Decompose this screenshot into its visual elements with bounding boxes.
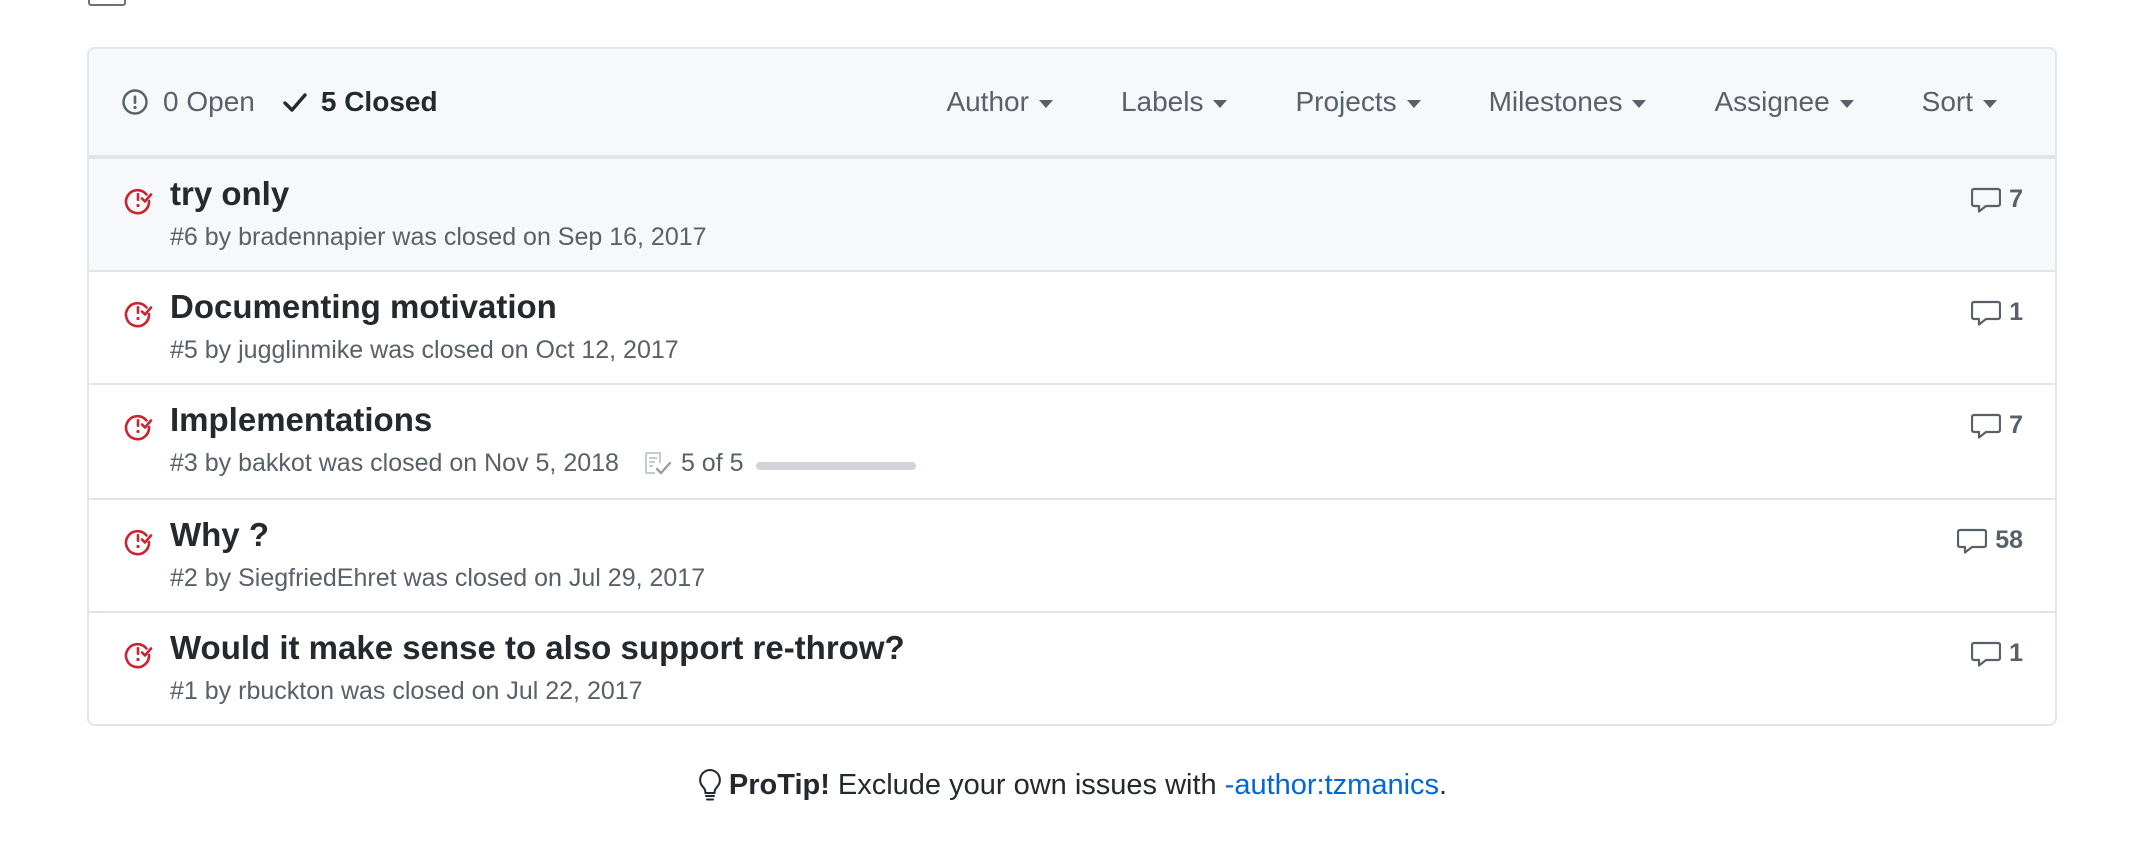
issue-title-link[interactable]: Documenting motivation: [170, 288, 557, 326]
comment-icon: [1957, 528, 1988, 554]
issue-author-link[interactable]: jugglinmike: [238, 336, 363, 365]
protip: ProTip! Exclude your own issues with -au…: [0, 768, 2144, 810]
issue-closed-icon: [124, 414, 153, 441]
issue-closed-date: was closed on Jul 22, 2017: [340, 677, 643, 705]
issue-title-link[interactable]: Why ?: [170, 516, 269, 554]
issue-closed-icon: [124, 529, 153, 556]
closed-count-label: 5 Closed: [320, 86, 438, 117]
author-filter[interactable]: Author: [946, 86, 1053, 118]
issue-author-link[interactable]: bakkot: [238, 449, 312, 478]
issue-author-link[interactable]: bradennapier: [238, 223, 385, 252]
issue-closed-date: was closed on Jul 29, 2017: [403, 564, 706, 592]
protip-label: ProTip!: [728, 768, 830, 801]
issue-number: #3: [170, 449, 198, 477]
comment-count: 58: [1995, 526, 2023, 554]
caret-down-icon: [1839, 99, 1854, 108]
task-count: 5 of 5: [680, 449, 744, 477]
assignee-filter[interactable]: Assignee: [1714, 86, 1854, 118]
issue-row[interactable]: Implementations #3 by bakkot was closed …: [89, 383, 2055, 498]
issue-meta: #3 by bakkot was closed on Nov 5, 2018 5…: [170, 449, 916, 478]
caret-down-icon: [1038, 99, 1053, 108]
issue-by-word: by: [204, 449, 232, 477]
task-progress-fill: [755, 461, 916, 470]
caret-down-icon: [1632, 99, 1647, 108]
issue-by-word: by: [204, 677, 232, 705]
issue-row[interactable]: Would it make sense to also support re-t…: [89, 611, 2055, 724]
issue-title-link[interactable]: try only: [170, 175, 289, 213]
issue-closed-date: was closed on Nov 5, 2018: [318, 449, 619, 477]
issue-row[interactable]: Why ? #2 by SiegfriedEhret was closed on…: [89, 498, 2055, 611]
issue-number: #5: [170, 336, 198, 364]
issue-author-link[interactable]: rbuckton: [238, 677, 334, 706]
closed-issues-toggle[interactable]: 5 Closed: [283, 86, 438, 118]
issue-row[interactable]: try only #6 by bradennapier was closed o…: [89, 157, 2055, 270]
issue-closed-icon: [124, 188, 153, 215]
filter-bar: Author Labels Projects Milestones Assign…: [878, 49, 1997, 155]
protip-suffix: .: [1439, 768, 1448, 801]
issue-closed-icon: [124, 301, 153, 328]
comment-icon: [1971, 641, 2002, 667]
issue-state-toggles: 0 Open 5 Closed: [121, 86, 438, 118]
comment-icon: [1971, 187, 2002, 213]
comments-link[interactable]: 1: [1971, 639, 2023, 668]
issue-meta: #5 by jugglinmike was closed on Oct 12, …: [170, 336, 679, 365]
comment-icon: [1971, 300, 2002, 326]
task-progress-bar: [755, 461, 916, 470]
projects-filter-label: Projects: [1295, 86, 1397, 117]
comments-link[interactable]: 58: [1957, 526, 2023, 555]
sort-filter-label: Sort: [1921, 86, 1973, 117]
caret-down-icon: [1983, 99, 1997, 108]
assignee-filter-label: Assignee: [1714, 86, 1830, 117]
issue-by-word: by: [204, 336, 232, 364]
comments-link[interactable]: 7: [1971, 185, 2023, 214]
partial-icon-top: [88, 0, 126, 6]
task-progress: 5 of 5: [643, 449, 916, 478]
issue-by-word: by: [204, 223, 232, 251]
issue-author-link[interactable]: SiegfriedEhret: [238, 564, 396, 593]
comments-link[interactable]: 7: [1971, 411, 2023, 440]
issue-title-link[interactable]: Would it make sense to also support re-t…: [170, 629, 905, 667]
milestones-filter[interactable]: Milestones: [1489, 86, 1647, 118]
issue-title-link[interactable]: Implementations: [170, 401, 432, 439]
issue-number: #1: [170, 677, 198, 705]
author-filter-label: Author: [946, 86, 1029, 117]
open-issues-toggle[interactable]: 0 Open: [121, 86, 255, 118]
projects-filter[interactable]: Projects: [1295, 86, 1421, 118]
issue-closed-date: was closed on Oct 12, 2017: [370, 336, 679, 364]
issues-list-header: 0 Open 5 Closed Author Labels Projects M…: [89, 49, 2055, 157]
protip-text: Exclude your own issues with: [837, 768, 1217, 801]
caret-down-icon: [1406, 99, 1421, 108]
issue-number: #6: [170, 223, 198, 251]
comment-count: 7: [2009, 185, 2023, 213]
issue-meta: #6 by bradennapier was closed on Sep 16,…: [170, 223, 707, 252]
comment-count: 7: [2009, 411, 2023, 439]
issue-row[interactable]: Documenting motivation #5 by jugglinmike…: [89, 270, 2055, 383]
open-count-label: 0 Open: [163, 86, 255, 117]
issue-meta: #2 by SiegfriedEhret was closed on Jul 2…: [170, 564, 705, 593]
issue-closed-icon: [124, 642, 153, 669]
check-icon: [283, 93, 307, 112]
issue-number: #2: [170, 564, 198, 592]
issue-closed-date: was closed on Sep 16, 2017: [392, 223, 707, 251]
comments-link[interactable]: 1: [1971, 298, 2023, 327]
caret-down-icon: [1213, 99, 1228, 108]
milestones-filter-label: Milestones: [1488, 86, 1623, 117]
issue-meta: #1 by rbuckton was closed on Jul 22, 201…: [170, 677, 643, 706]
labels-filter-label: Labels: [1120, 86, 1204, 117]
issue-opened-icon: [122, 89, 148, 115]
comment-icon: [1971, 413, 2002, 439]
lightbulb-icon: [699, 768, 721, 801]
sort-filter[interactable]: Sort: [1922, 86, 1997, 118]
protip-search-link[interactable]: -author:tzmanics: [1225, 769, 1439, 802]
issue-by-word: by: [204, 564, 232, 592]
issues-list-box: 0 Open 5 Closed Author Labels Projects M…: [87, 47, 2057, 726]
comment-count: 1: [2009, 639, 2023, 667]
comment-count: 1: [2009, 298, 2023, 326]
labels-filter[interactable]: Labels: [1121, 86, 1228, 118]
checklist-icon: [644, 451, 672, 474]
